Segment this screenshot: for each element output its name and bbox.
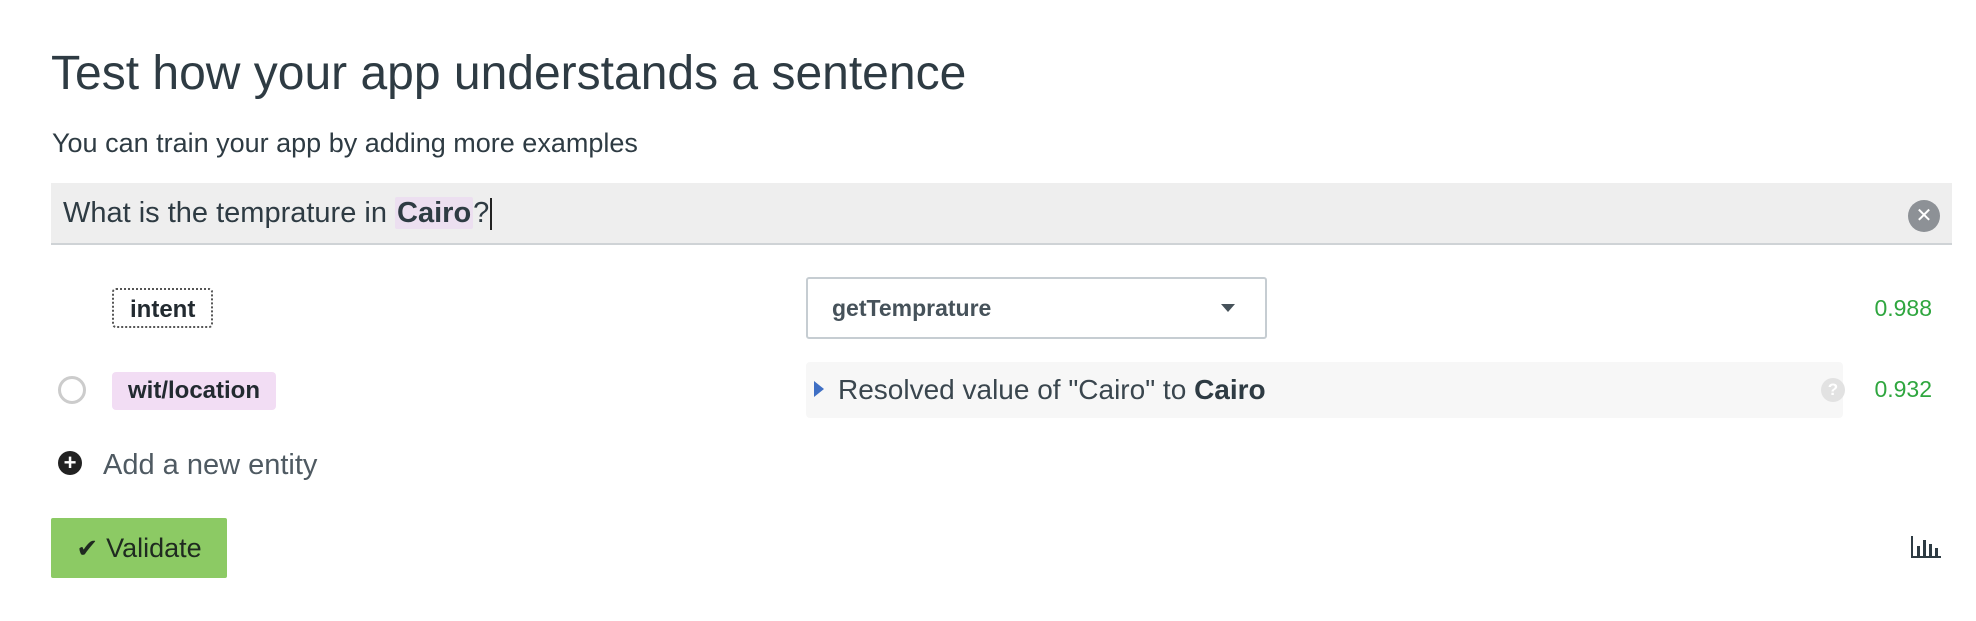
- intent-select[interactable]: getTemprature: [806, 277, 1267, 339]
- entity-tag-intent[interactable]: intent: [112, 288, 214, 328]
- entity-row-intent: intent getTemprature 0.988: [51, 277, 1952, 339]
- sentence-entity-highlight[interactable]: Cairo: [395, 197, 474, 229]
- check-icon: ✔: [76, 532, 99, 563]
- validate-label: Validate: [106, 532, 202, 563]
- confidence-location: 0.932: [1874, 376, 1932, 402]
- intent-select-value: getTemprature: [832, 295, 992, 321]
- resolved-prefix: Resolved value of "Cairo" to: [838, 374, 1195, 405]
- close-circle-icon[interactable]: ✕: [1908, 200, 1940, 232]
- entity-tag-location[interactable]: wit/location: [112, 372, 276, 410]
- add-entity-label: Add a new entity: [103, 449, 318, 481]
- page-subtitle: You can train your app by adding more ex…: [52, 128, 638, 158]
- entity-row-location: wit/location Resolved value of "Cairo" t…: [51, 358, 1952, 418]
- sentence-input[interactable]: What is the temprature in Cairo? ✕: [51, 183, 1952, 245]
- plus-circle-icon: +: [58, 451, 82, 475]
- page-title: Test how your app understands a sentence: [51, 47, 967, 100]
- sentence-text-before: What is the temprature in: [63, 197, 396, 229]
- sentence-text-after: ?: [473, 197, 490, 229]
- sentence-text[interactable]: What is the temprature in Cairo?: [63, 194, 493, 232]
- text-cursor: [490, 198, 493, 231]
- confidence-intent: 0.988: [1874, 295, 1932, 321]
- chevron-down-icon[interactable]: [1221, 304, 1235, 312]
- resolved-value-panel[interactable]: Resolved value of "Cairo" to Cairo: [806, 362, 1843, 418]
- resolved-value: Cairo: [1194, 374, 1266, 405]
- question-circle-icon[interactable]: ?: [1821, 378, 1845, 402]
- resolved-text: Resolved value of "Cairo" to Cairo: [838, 372, 1266, 408]
- radio-toggle-icon[interactable]: [58, 376, 86, 404]
- bar-chart-icon[interactable]: [1910, 534, 1942, 560]
- caret-right-icon[interactable]: [814, 381, 824, 397]
- validate-button[interactable]: ✔ Validate: [51, 518, 227, 578]
